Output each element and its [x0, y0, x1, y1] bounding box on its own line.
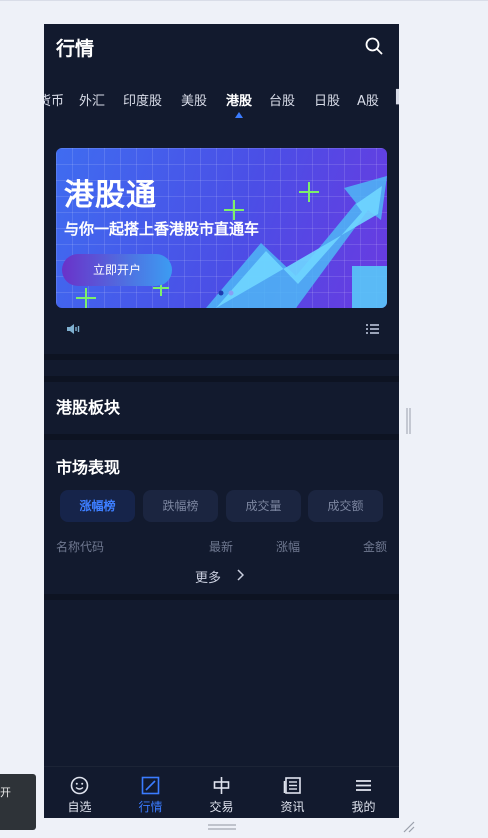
- tab-tw-stocks[interactable]: 台股: [269, 90, 295, 109]
- chevron-right-icon[interactable]: [236, 569, 244, 581]
- trade-icon: [213, 777, 230, 794]
- tab-forex[interactable]: 外汇: [79, 90, 105, 109]
- nav-label: 资讯: [280, 800, 305, 814]
- side-popup[interactable]: 开: [0, 774, 36, 830]
- page-title: 行情: [56, 38, 95, 60]
- nav-profile[interactable]: 我的: [328, 767, 399, 818]
- column-latest: 最新: [209, 540, 234, 554]
- filter-top-gainers[interactable]: 涨幅榜: [60, 490, 135, 522]
- mobile-app-frame: 行情 货币 外汇 印度股 美股 港股 台股 日股 A股 ▍: [44, 24, 399, 818]
- tab-us-stocks[interactable]: 美股: [181, 90, 207, 109]
- section-divider: [44, 354, 399, 360]
- resize-grip-icon[interactable]: [402, 820, 416, 834]
- nav-label: 交易: [209, 800, 234, 814]
- bottom-resize-handle[interactable]: [208, 823, 236, 831]
- filter-volume[interactable]: 成交量: [226, 490, 301, 522]
- window-top-border: [0, 0, 488, 1]
- nav-trade[interactable]: 交易: [186, 767, 257, 818]
- nav-news[interactable]: 资讯: [257, 767, 328, 818]
- tab-jp-stocks[interactable]: 日股: [314, 90, 340, 109]
- panel-splitter-handle[interactable]: [406, 408, 412, 434]
- nav-label: 自选: [67, 800, 92, 814]
- column-name-code: 名称代码: [56, 540, 105, 554]
- tab-currency[interactable]: 货币: [44, 90, 64, 109]
- column-change: 涨幅: [276, 540, 301, 554]
- filter-top-losers[interactable]: 跌幅榜: [143, 490, 218, 522]
- sector-section-title: 港股板块: [56, 398, 121, 417]
- notice-bar[interactable]: [44, 316, 399, 346]
- search-icon[interactable]: [365, 37, 383, 55]
- chart-square-icon: [141, 776, 160, 795]
- nav-watchlist[interactable]: 自选: [44, 767, 115, 818]
- tab-hk-stocks[interactable]: 港股: [226, 90, 252, 109]
- news-icon: [283, 777, 301, 794]
- market-tabs: 货币 外汇 印度股 美股 港股 台股 日股 A股 ▍: [44, 86, 399, 118]
- tab-india-stocks[interactable]: 印度股: [123, 90, 162, 109]
- market-section-title: 市场表现: [56, 458, 121, 477]
- banner-title: 港股通: [64, 178, 157, 213]
- filter-turnover[interactable]: 成交额: [308, 490, 383, 522]
- menu-icon: [356, 780, 371, 791]
- tab-a-shares[interactable]: A股: [357, 90, 379, 109]
- bottom-navigation: 自选 行情 交易 资讯 我的: [44, 766, 399, 818]
- section-divider: [44, 594, 399, 600]
- nav-label: 行情: [138, 800, 163, 814]
- nav-market[interactable]: 行情: [115, 767, 186, 818]
- open-account-button[interactable]: 立即开户: [62, 254, 172, 286]
- list-icon[interactable]: [366, 323, 379, 335]
- speaker-icon: [67, 324, 80, 334]
- tab-overflow-edge: ▍: [396, 90, 399, 105]
- banner-subtitle: 与你一起搭上香港股市直通车: [64, 220, 260, 238]
- section-divider: [44, 376, 399, 382]
- side-popup-text: 开: [0, 786, 11, 799]
- active-tab-indicator: [235, 112, 243, 118]
- column-amount: 金额: [363, 540, 388, 554]
- section-divider: [44, 434, 399, 440]
- promo-banner[interactable]: 港股通 与你一起搭上香港股市直通车 立即开户: [56, 148, 387, 308]
- more-link[interactable]: 更多: [195, 567, 221, 586]
- nav-label: 我的: [351, 800, 376, 814]
- smiley-icon: [70, 776, 89, 795]
- app-header: 行情: [44, 24, 399, 70]
